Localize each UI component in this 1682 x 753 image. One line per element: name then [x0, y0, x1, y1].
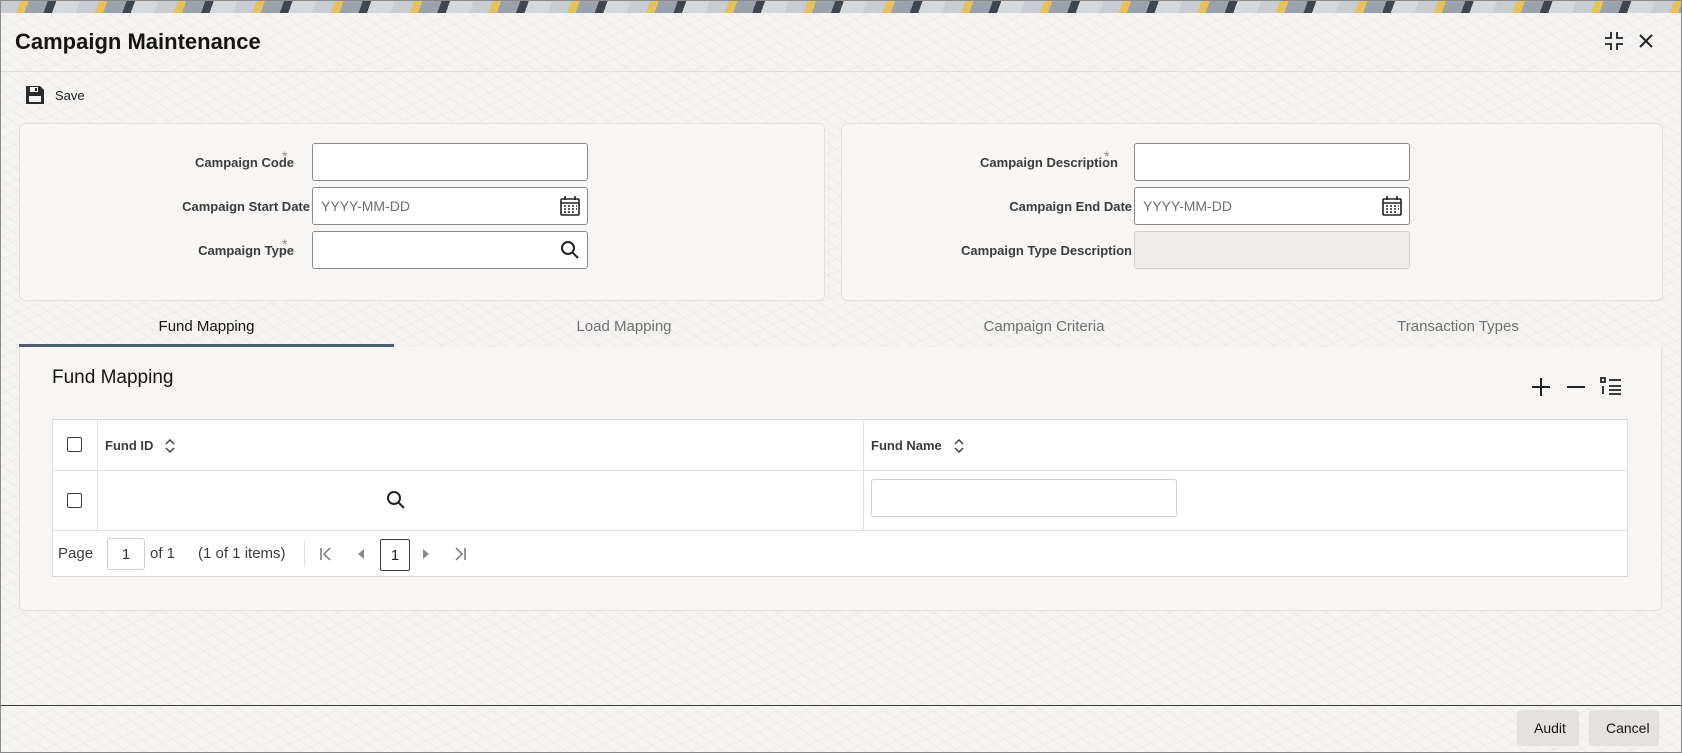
required-marker: * [282, 148, 288, 164]
campaign-type-search-button[interactable] [556, 236, 584, 264]
fund-id-header-label: Fund ID [105, 438, 154, 453]
tab-bar: Fund Mapping Load Mapping Campaign Crite… [19, 311, 1662, 347]
footer-divider [1, 705, 1681, 706]
audit-button[interactable]: Audit [1517, 710, 1579, 746]
pagination-bar: Page of 1 (1 of 1 items) 1 [53, 531, 1627, 577]
remove-row-button[interactable] [1561, 372, 1591, 402]
campaign-type-description-label: Campaign Type Description [961, 243, 1132, 258]
tab-fund-mapping[interactable]: Fund Mapping [19, 311, 394, 347]
minimize-button[interactable] [1601, 28, 1627, 54]
cancel-button[interactable]: Cancel [1589, 710, 1659, 746]
row-details-button[interactable] [1596, 372, 1626, 402]
prev-page-icon [358, 549, 364, 559]
right-form-panel: Campaign Description * Campaign End Date… [841, 123, 1663, 301]
campaign-start-date-field[interactable] [312, 187, 588, 225]
fund-name-input[interactable] [871, 479, 1177, 517]
pagination-divider [304, 541, 305, 567]
table-header-row: Fund ID Fund Name [53, 420, 1627, 471]
section-title: Fund Mapping [52, 367, 174, 388]
fund-name-header-label: Fund Name [871, 438, 942, 453]
end-date-calendar-button[interactable] [1378, 192, 1406, 220]
tab-campaign-criteria[interactable]: Campaign Criteria [834, 311, 1254, 347]
start-date-calendar-button[interactable] [556, 192, 584, 220]
row-checkbox[interactable] [67, 493, 82, 508]
sort-icon [165, 438, 175, 453]
campaign-end-date-field[interactable] [1134, 187, 1410, 225]
table-row [53, 471, 1627, 531]
campaign-end-date-label: Campaign End Date [1009, 199, 1132, 214]
campaign-description-field[interactable] [1134, 143, 1410, 181]
close-button[interactable] [1633, 28, 1659, 54]
campaign-maintenance-window: Campaign Maintenance Save Campaign Code … [0, 0, 1682, 753]
page-number-input[interactable] [107, 538, 145, 570]
column-header-fund-id[interactable]: Fund ID [105, 438, 175, 453]
next-page-button[interactable] [415, 542, 437, 566]
tab-transaction-types[interactable]: Transaction Types [1254, 311, 1662, 347]
campaign-type-description-field [1134, 231, 1410, 269]
save-label: Save [55, 87, 85, 103]
remove-icon [1567, 386, 1585, 388]
campaign-start-date-label: Campaign Start Date [182, 199, 310, 214]
calendar-icon [1382, 196, 1402, 216]
minimize-icon [1605, 32, 1623, 50]
calendar-icon [560, 196, 580, 216]
left-form-panel: Campaign Code * Campaign Start Date Camp… [19, 123, 825, 301]
previous-page-button[interactable] [350, 542, 372, 566]
fund-mapping-table: Fund ID Fund Name Page of 1 (1 of 1 ite [52, 419, 1628, 577]
sort-icon [954, 438, 964, 453]
first-page-button[interactable] [315, 542, 337, 566]
search-icon [387, 491, 405, 509]
page-title: Campaign Maintenance [15, 29, 261, 54]
next-page-icon [423, 549, 429, 559]
title-divider [1, 71, 1681, 72]
campaign-code-label: Campaign Code [195, 155, 294, 170]
select-all-checkbox[interactable] [67, 437, 82, 452]
item-count-label: (1 of 1 items) [198, 545, 286, 562]
page-count-label: of 1 [150, 545, 176, 562]
column-header-fund-name[interactable]: Fund Name [871, 438, 964, 453]
current-page-button[interactable]: 1 [380, 539, 410, 571]
fund-id-search-button[interactable] [383, 487, 409, 513]
last-page-icon [455, 547, 466, 561]
required-marker: * [282, 236, 288, 252]
campaign-type-label: Campaign Type [198, 243, 294, 258]
close-icon [1639, 34, 1653, 48]
add-row-button[interactable] [1526, 372, 1556, 402]
add-icon [1532, 378, 1550, 396]
save-icon [26, 86, 44, 104]
search-icon [561, 241, 579, 259]
first-page-icon [320, 547, 331, 561]
save-button[interactable]: Save [25, 85, 85, 105]
tab-load-mapping[interactable]: Load Mapping [414, 311, 834, 347]
page-label: Page [58, 545, 94, 562]
campaign-type-field[interactable] [312, 231, 588, 269]
list-icon [1600, 377, 1621, 395]
last-page-button[interactable] [449, 542, 471, 566]
campaign-description-label: Campaign Description [980, 155, 1118, 170]
header-banner [1, 1, 1681, 13]
required-marker: * [1104, 148, 1110, 164]
campaign-code-field[interactable] [312, 143, 588, 181]
